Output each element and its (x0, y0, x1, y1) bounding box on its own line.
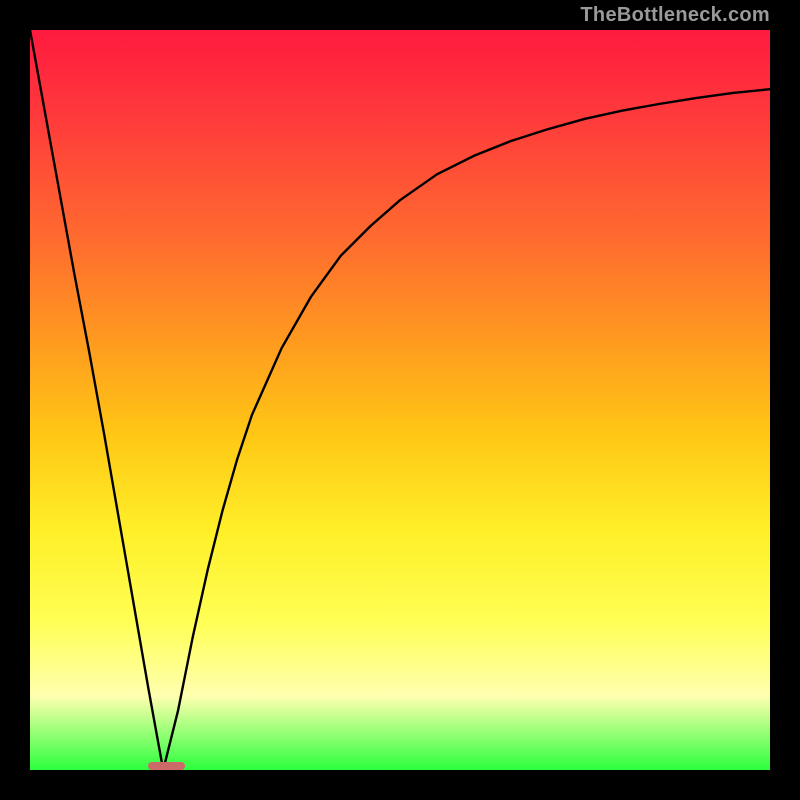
bottleneck-curve (30, 30, 770, 770)
curve-svg (30, 30, 770, 770)
watermark-text: TheBottleneck.com (580, 4, 770, 27)
plot-area (30, 30, 770, 770)
optimal-marker (148, 762, 185, 770)
chart-frame: TheBottleneck.com (0, 0, 800, 800)
